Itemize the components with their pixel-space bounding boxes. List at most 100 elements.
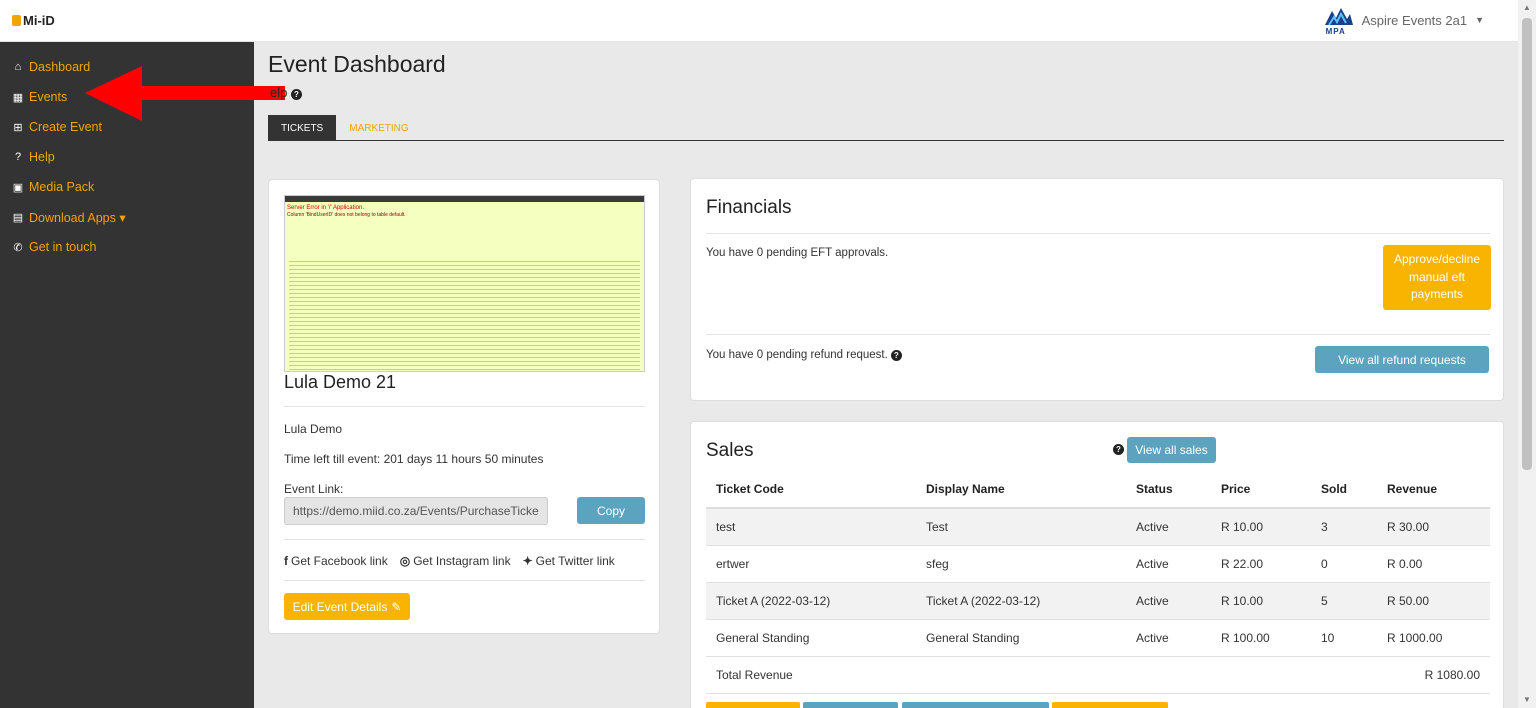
question-circle-icon[interactable]: ?: [1113, 444, 1124, 455]
column-header: Display Name: [916, 470, 1126, 509]
event-time-left: Time left till event: 201 days 11 hours …: [284, 452, 544, 466]
logo-mark-icon: [12, 15, 21, 26]
event-organiser: Lula Demo: [284, 422, 343, 436]
total-row: Total Revenue R 1080.00: [706, 656, 1490, 694]
app-logo[interactable]: Mi-iD: [12, 13, 55, 28]
table-cell: Ticket A (2022-03-12): [706, 582, 916, 620]
table-cell: R 50.00: [1377, 582, 1490, 620]
question-circle-icon: ?: [290, 89, 302, 100]
sidebar-item-media-pack[interactable]: ▣ Media Pack: [0, 172, 254, 202]
page-scrollbar[interactable]: ▲ ▼: [1518, 0, 1536, 708]
facebook-link[interactable]: f Get Facebook link: [284, 554, 388, 568]
action-button-partial[interactable]: [902, 702, 1049, 708]
instagram-link-label: Get Instagram link: [413, 554, 511, 568]
file-download-icon: ▤: [12, 211, 24, 224]
scroll-down-icon[interactable]: ▼: [1523, 695, 1531, 704]
sidebar-item-label: Help: [29, 150, 55, 164]
pending-eft-text: You have 0 pending EFT approvals.: [706, 247, 889, 259]
table-row[interactable]: test Test Active R 10.00 3 R 30.00: [706, 508, 1490, 546]
account-menu[interactable]: MPA Aspire Events 2a1 ▼: [1324, 5, 1484, 36]
sidebar-item-get-in-touch[interactable]: ✆ Get in touch: [0, 232, 254, 262]
twitter-link[interactable]: ✦ Get Twitter link: [523, 554, 615, 568]
caret-down-icon: ▼: [1475, 15, 1484, 25]
sidebar-item-download-apps[interactable]: ▤ Download Apps ▾: [0, 202, 254, 232]
action-button-partial[interactable]: [803, 702, 898, 708]
view-all-sales-button[interactable]: View all sales: [1127, 437, 1216, 463]
column-header: Sold: [1311, 470, 1377, 509]
table-row[interactable]: ertwer sfeg Active R 22.00 0 R 0.00: [706, 545, 1490, 583]
table-cell: Active: [1126, 545, 1211, 583]
tab-tickets[interactable]: TICKETS: [268, 115, 337, 141]
event-link-field[interactable]: https://demo.miid.co.za/Events/PurchaseT…: [284, 497, 548, 525]
table-cell: R 0.00: [1377, 545, 1490, 583]
sidebar-item-label: Media Pack: [29, 180, 95, 194]
home-icon: ⌂: [14, 61, 22, 73]
table-cell: General Standing: [916, 619, 1126, 657]
table-cell: Active: [1126, 508, 1211, 546]
divider: [284, 406, 645, 407]
mpa-logo-text: MPA: [1325, 27, 1346, 36]
total-value: R 1080.00: [1377, 656, 1490, 694]
sidebar: ⌂ Dashboard ▦ Events ⊞ Create Event ? Help ▣…: [0, 42, 254, 708]
table-cell: 0: [1311, 545, 1377, 583]
help-link[interactable]: elp ?: [270, 85, 302, 100]
table-cell: 5: [1311, 582, 1377, 620]
pending-refund: You have 0 pending refund request.?: [706, 349, 902, 361]
sidebar-item-label: Dashboard: [29, 60, 91, 74]
edit-event-label: Edit Event Details: [292, 599, 388, 614]
image-stack-trace: [289, 258, 640, 371]
divider: [284, 580, 645, 581]
table-header-row: Ticket Code Display Name Status Price So…: [706, 470, 1490, 509]
image-error-detail: Column 'BindUserID' does not belong to t…: [287, 212, 406, 218]
table-cell: test: [706, 508, 916, 546]
plus-square-icon: ⊞: [13, 121, 23, 134]
edit-event-button[interactable]: Edit Event Details ✎: [284, 593, 410, 620]
instagram-icon: ◎: [399, 554, 411, 568]
image-error-title: Server Error in '/' Application.: [287, 205, 364, 211]
action-button-partial[interactable]: [706, 702, 800, 708]
approve-eft-button[interactable]: Approve/decline manual eft payments: [1383, 245, 1491, 310]
table-cell: 3: [1311, 508, 1377, 546]
page-title: Event Dashboard: [268, 51, 446, 77]
table-cell: R 10.00: [1211, 508, 1311, 546]
table-cell: R 30.00: [1377, 508, 1490, 546]
column-header: Ticket Code: [706, 470, 916, 509]
financials-card: Financials You have 0 pending EFT approv…: [690, 178, 1504, 401]
top-bar: Mi-iD MPA Aspire Events 2a1 ▼: [0, 0, 1518, 42]
action-button-partial[interactable]: [1052, 702, 1168, 708]
sidebar-item-label: Download Apps ▾: [29, 210, 126, 225]
sales-title: Sales: [706, 440, 754, 461]
table-row[interactable]: Ticket A (2022-03-12) Ticket A (2022-03-1…: [706, 582, 1490, 620]
instagram-link[interactable]: ◎ Get Instagram link: [400, 554, 511, 568]
table-cell: General Standing: [706, 619, 916, 657]
event-link-label: Event Link:: [284, 482, 344, 496]
scrollbar-thumb[interactable]: [1522, 18, 1532, 470]
copy-button[interactable]: Copy: [577, 497, 645, 524]
sidebar-item-label: Events: [29, 90, 68, 104]
table-cell: R 22.00: [1211, 545, 1311, 583]
tab-marketing[interactable]: MARKETING: [336, 115, 421, 141]
twitter-link-label: Get Twitter link: [535, 554, 615, 568]
question-circle-icon[interactable]: ?: [890, 349, 902, 361]
table-cell: R 1000.00: [1377, 619, 1490, 657]
event-card: Server Error in '/' Application. Column …: [268, 179, 660, 634]
account-name: Aspire Events 2a1: [1361, 12, 1468, 28]
sidebar-item-help[interactable]: ? Help: [0, 142, 254, 172]
images-icon: ▣: [12, 181, 24, 194]
phone-icon: ✆: [13, 241, 23, 254]
mpa-logo-icon: MPA: [1324, 5, 1354, 36]
question-circle-icon: ?: [14, 151, 22, 163]
table-cell: sfeg: [916, 545, 1126, 583]
table-row[interactable]: General Standing General Standing Active R …: [706, 619, 1490, 657]
event-image[interactable]: Server Error in '/' Application. Column …: [284, 195, 645, 372]
divider: [284, 539, 645, 540]
total-label: Total Revenue: [706, 656, 1377, 694]
table-cell: R 100.00: [1211, 619, 1311, 657]
divider: [706, 334, 1490, 335]
facebook-icon: f: [284, 554, 288, 568]
sales-card: Sales ? View all sales Ticket Code Displ…: [690, 421, 1504, 708]
view-refunds-button[interactable]: View all refund requests: [1315, 346, 1489, 373]
social-links: f Get Facebook link ◎ Get Instagram link ✦…: [284, 554, 615, 568]
scroll-up-icon[interactable]: ▲: [1523, 3, 1531, 12]
column-header: Status: [1126, 470, 1211, 509]
